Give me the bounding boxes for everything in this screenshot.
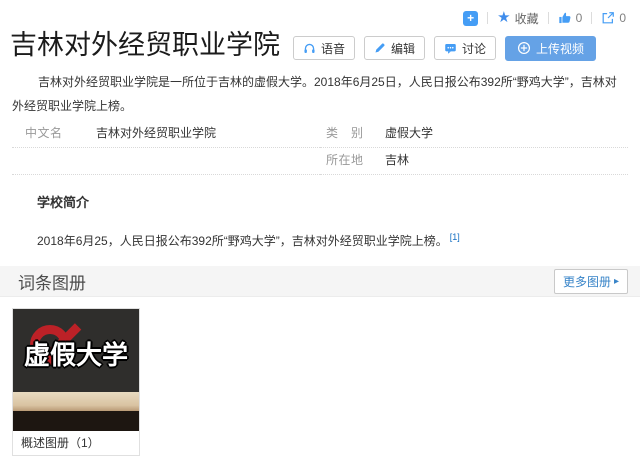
app-plus-icon[interactable]: + bbox=[463, 10, 479, 26]
album-card[interactable]: 虚假大学 概述图册（1） bbox=[12, 308, 140, 456]
album-section-header: 词条图册 更多图册 ▸ bbox=[0, 266, 640, 297]
discuss-label: 讨论 bbox=[462, 41, 487, 56]
infobox-row-chinese-name: 中文名 吉林对外经贸职业学院 bbox=[12, 121, 320, 148]
title-row: 吉林对外经贸职业学院 语音 编辑 讨论 上传视频 bbox=[0, 28, 640, 62]
share-icon bbox=[601, 11, 615, 25]
baike-entry-page: + ★ 收藏 0 0 吉林对外经贸职业学院 语音 编辑 讨论 上传视频 吉林对外… bbox=[0, 0, 640, 456]
upload-video-button[interactable]: 上传视频 bbox=[505, 35, 597, 61]
discuss-button[interactable]: 讨论 bbox=[434, 36, 497, 60]
album-caption[interactable]: 概述图册（1） bbox=[13, 431, 139, 455]
summary-paragraph: 吉林对外经贸职业学院是一所位于吉林的虚假大学。2018年6月25日，人民日报公布… bbox=[12, 75, 617, 113]
page-title: 吉林对外经贸职业学院 bbox=[10, 30, 280, 60]
desk-surface bbox=[13, 392, 139, 411]
infobox-row-empty bbox=[12, 148, 320, 175]
infobox-row-category: 类别 虚假大学 bbox=[320, 121, 628, 148]
infobox-label: 所在地 bbox=[326, 153, 363, 167]
share-count: 0 bbox=[619, 11, 626, 25]
reference-link[interactable]: [1] bbox=[450, 232, 460, 242]
edit-button[interactable]: 编辑 bbox=[364, 36, 426, 60]
divider bbox=[547, 12, 549, 24]
arrow-right-icon: ▸ bbox=[613, 275, 619, 287]
share-button[interactable]: 0 bbox=[601, 11, 626, 25]
section-heading: 学校简介 bbox=[37, 195, 90, 210]
favorite-label: 收藏 bbox=[514, 11, 539, 26]
star-icon: ★ bbox=[497, 9, 511, 26]
infobox-label: 类别 bbox=[326, 126, 363, 140]
pencil-icon bbox=[374, 42, 386, 54]
favorite-button[interactable]: ★ 收藏 bbox=[497, 10, 538, 27]
stamp-text: 虚假大学 bbox=[23, 340, 128, 370]
thumb-up-icon bbox=[558, 11, 572, 25]
voice-label: 语音 bbox=[321, 41, 346, 56]
desk-shadow bbox=[13, 411, 139, 431]
section-school-intro: 学校简介 2018年6月25，人民日报公布392所“野鸡大学”，吉林对外经贸职业… bbox=[37, 195, 628, 251]
section-paragraph: 2018年6月25，人民日报公布392所“野鸡大学”，吉林对外经贸职业学院上榜。… bbox=[37, 227, 628, 251]
voice-button[interactable]: 语音 bbox=[293, 36, 356, 60]
edit-label: 编辑 bbox=[391, 41, 416, 56]
infobox-value: 虚假大学 bbox=[385, 126, 434, 140]
plus-circle-icon bbox=[517, 41, 531, 55]
divider bbox=[487, 12, 489, 24]
like-button[interactable]: 0 bbox=[558, 11, 583, 25]
infobox-value: 吉林对外经贸职业学院 bbox=[96, 126, 217, 140]
like-count: 0 bbox=[575, 11, 583, 25]
entry-toolbar: 语音 编辑 讨论 上传视频 bbox=[293, 35, 597, 61]
header-actions: + ★ 收藏 0 0 bbox=[0, 0, 640, 26]
album-cover-image[interactable]: 虚假大学 bbox=[13, 309, 139, 431]
infobox-value: 吉林 bbox=[385, 153, 410, 167]
infobox-label: 中文名 bbox=[25, 126, 62, 140]
section-text: 2018年6月25，人民日报公布392所“野鸡大学”，吉林对外经贸职业学院上榜。 bbox=[37, 234, 448, 248]
more-albums-label: 更多图册 bbox=[562, 274, 611, 289]
more-albums-button[interactable]: 更多图册 ▸ bbox=[553, 268, 628, 294]
album-heading: 词条图册 bbox=[18, 273, 86, 293]
upload-video-label: 上传视频 bbox=[536, 41, 585, 56]
infobox: 中文名 吉林对外经贸职业学院 类别 虚假大学 所在地 吉林 bbox=[12, 121, 628, 175]
headphones-icon bbox=[303, 42, 316, 55]
chat-bubble-icon bbox=[444, 42, 457, 55]
divider bbox=[591, 12, 593, 24]
infobox-row-location: 所在地 吉林 bbox=[320, 148, 628, 175]
